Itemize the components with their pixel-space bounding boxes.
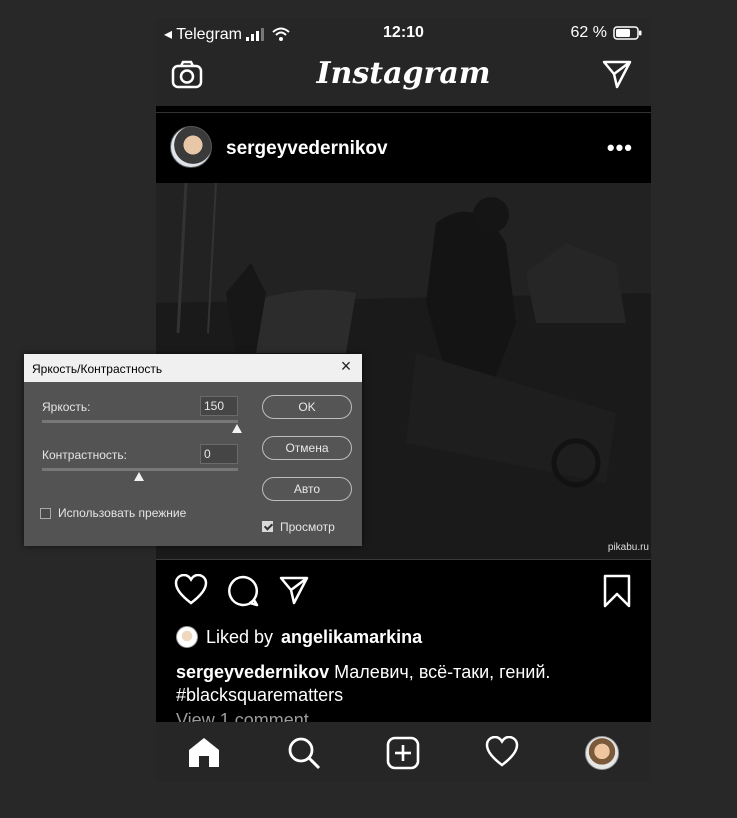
instagram-logo: Instagram: [316, 56, 491, 91]
contrast-slider-track[interactable]: [42, 468, 238, 471]
brightness-input[interactable]: 150: [200, 396, 238, 416]
brightness-contrast-dialog: Яркость/Контрастность × Яркость: 150 Кон…: [24, 354, 362, 546]
dialog-title: Яркость/Контрастность: [32, 362, 163, 376]
brightness-label: Яркость:: [42, 400, 91, 414]
watermark: pikabu.ru: [607, 542, 649, 553]
activity-heart-icon[interactable]: [485, 736, 519, 768]
contrast-label: Контрастность:: [42, 448, 128, 462]
dialog-titlebar[interactable]: Яркость/Контрастность ×: [24, 354, 362, 382]
close-icon[interactable]: ×: [338, 357, 354, 375]
caption-text: Малевич, всё-таки, гений.: [329, 662, 551, 682]
battery-percent: 62 %: [570, 24, 607, 41]
bottom-tab-bar: [156, 722, 651, 782]
post-username[interactable]: sergeyvedernikov: [226, 138, 388, 160]
home-icon[interactable]: [187, 736, 221, 768]
bookmark-icon[interactable]: [602, 574, 632, 608]
liked-by[interactable]: Liked by angelikamarkina: [176, 626, 422, 648]
preview-checkbox[interactable]: [262, 521, 273, 532]
caption-username[interactable]: sergeyvedernikov: [176, 662, 329, 682]
cancel-button[interactable]: Отмена: [262, 436, 352, 460]
liked-by-prefix: Liked by: [206, 626, 274, 647]
post-header: sergeyvedernikov •••: [156, 113, 651, 183]
liker-avatar: [176, 626, 198, 648]
app-header: Instagram: [156, 48, 651, 106]
contrast-input[interactable]: 0: [200, 444, 238, 464]
comment-icon[interactable]: [226, 574, 260, 608]
post-caption: sergeyvedernikov Малевич, всё-таки, гени…: [176, 661, 636, 707]
battery-icon: [613, 26, 642, 40]
preview-label: Просмотр: [280, 520, 335, 534]
liked-by-user[interactable]: angelikamarkina: [281, 627, 422, 648]
post-actions: [156, 559, 651, 620]
caption-hashtag[interactable]: #blacksquarematters: [176, 685, 343, 705]
use-legacy-label: Использовать прежние: [58, 506, 187, 520]
use-legacy-checkbox[interactable]: [40, 508, 51, 519]
share-icon[interactable]: [278, 574, 310, 606]
user-avatar[interactable]: [170, 126, 212, 168]
profile-avatar-icon[interactable]: [585, 736, 619, 770]
brightness-slider-thumb[interactable]: [232, 424, 242, 433]
ok-button[interactable]: OK: [262, 395, 352, 419]
search-icon[interactable]: [287, 736, 321, 770]
like-heart-icon[interactable]: [174, 574, 208, 606]
direct-message-icon[interactable]: [601, 58, 633, 90]
add-post-icon[interactable]: [386, 736, 420, 770]
auto-button[interactable]: Авто: [262, 477, 352, 501]
contrast-slider-thumb[interactable]: [134, 472, 144, 481]
brightness-slider-track[interactable]: [42, 420, 238, 423]
more-options-icon[interactable]: •••: [607, 135, 633, 161]
status-bar: ◂ Telegram 12:10 62 %: [156, 18, 651, 48]
battery-status: 62 %: [571, 24, 643, 42]
